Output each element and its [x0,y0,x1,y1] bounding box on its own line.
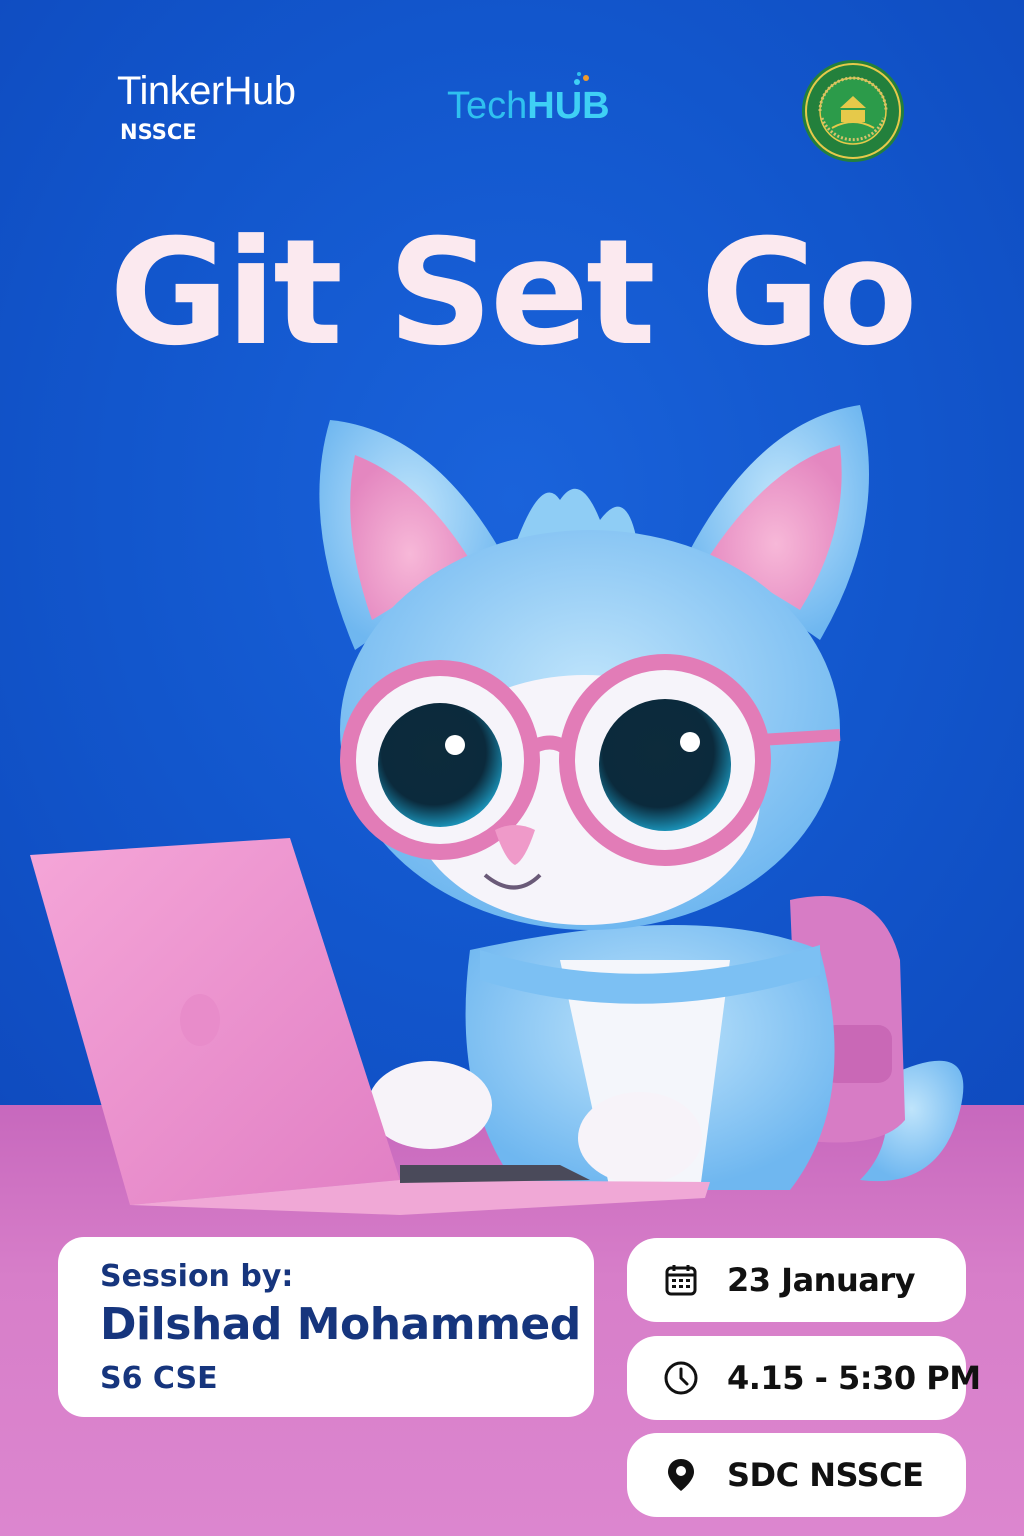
techhub-name-part2: HUB [527,85,610,127]
techhub-name-part1: Tech [447,85,528,127]
session-card: Session by: Dilshad Mohammed S6 CSE [58,1237,594,1417]
tinkerhub-logo: TinkerHub NSSCE [117,68,296,144]
clock-icon [664,1361,698,1395]
techhub-dots-icon [574,72,589,85]
venue-card: SDC NSSCE [627,1433,966,1517]
date-card: 23 January [627,1238,966,1322]
session-label: Session by: [100,1259,294,1294]
event-venue: SDC NSSCE [727,1456,924,1494]
time-card: 4.15 - 5:30 PM [627,1336,981,1420]
event-title: Git Set Go [109,208,917,378]
calendar-icon [665,1265,697,1296]
tinkerhub-name: TinkerHub [117,69,296,113]
location-pin-icon [668,1459,694,1491]
speaker-name: Dilshad Mohammed [100,1299,581,1350]
speaker-department: S6 CSE [100,1361,218,1396]
tinkerhub-chapter: NSSCE [120,120,197,144]
cat-mascot-illustration [30,405,964,1215]
college-seal-logo [802,60,904,162]
event-time: 4.15 - 5:30 PM [727,1359,981,1397]
techhub-logo: TechHUB [447,72,610,128]
event-date: 23 January [727,1261,915,1299]
